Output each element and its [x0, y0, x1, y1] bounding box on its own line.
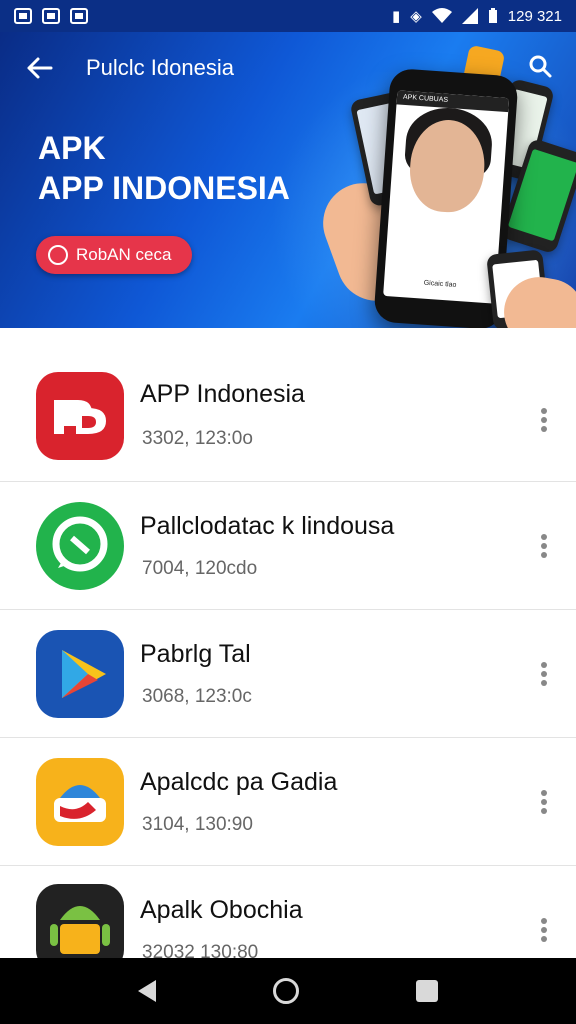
- hero-banner[interactable]: Pulclc Idonesia APK APP INDONESIA RobAN …: [0, 32, 576, 328]
- hero-line-1: APK: [38, 130, 106, 166]
- more-vert-icon[interactable]: [540, 662, 548, 686]
- more-vert-icon[interactable]: [540, 918, 548, 942]
- nav-back-icon[interactable]: [138, 980, 157, 1002]
- red-pd-icon: [36, 372, 124, 460]
- app-name: Apalk Obochia: [140, 896, 303, 924]
- app-meta: 32032 130:80: [142, 942, 259, 958]
- android-green-icon: [36, 884, 124, 958]
- green-chat-icon: [36, 502, 124, 590]
- play-store-icon: [36, 630, 124, 718]
- wifi-icon: [431, 8, 452, 23]
- app-meta: 3302, 123:0o: [142, 428, 253, 449]
- notification-icon: [42, 8, 60, 24]
- hero-line-2: APP INDONESIA: [38, 170, 290, 206]
- chart-icon: [48, 245, 68, 265]
- search-button[interactable]: [526, 52, 556, 82]
- app-name: Apalcdc pa Gadia: [140, 768, 338, 796]
- promo-button[interactable]: RobAN ceca: [36, 236, 192, 274]
- search-icon: [529, 55, 552, 78]
- system-nav-bar: [0, 958, 576, 1024]
- nav-recents-icon[interactable]: [415, 980, 438, 1002]
- arrow-left-icon: [27, 57, 53, 79]
- app-meta: 3104, 130:90: [142, 814, 253, 835]
- promo-button-label: RobAN ceca: [76, 245, 172, 264]
- app-name: Pabrlg Tal: [140, 640, 251, 668]
- list-item[interactable]: Apalk Obochia 32032 130:80: [0, 866, 576, 958]
- more-vert-icon[interactable]: [540, 534, 548, 558]
- notification-icons: [14, 8, 88, 24]
- list-item[interactable]: Pabrlg Tal 3068, 123:0c: [0, 610, 576, 738]
- phone-label-bottom: Gicaic tlao: [423, 279, 457, 289]
- status-time: 129 321: [507, 7, 562, 25]
- app-meta: 7004, 120cdo: [142, 558, 258, 579]
- notification-icon: [70, 8, 88, 24]
- signal-icon: [461, 8, 478, 24]
- page-title: Pulclc Idonesia: [86, 55, 234, 80]
- list-item[interactable]: Apalcdc pa Gadia 3104, 130:90: [0, 738, 576, 866]
- battery-icon: [488, 8, 497, 23]
- nfc-icon: ▮: [391, 8, 401, 25]
- notification-icon: [14, 8, 32, 24]
- hero-headline: APK APP INDONESIA: [38, 128, 290, 208]
- vibrate-icon: ◈: [410, 8, 422, 25]
- more-vert-icon[interactable]: [540, 408, 548, 432]
- status-bar: ▮ ◈ 129 321: [0, 0, 576, 32]
- list-item[interactable]: APP Indonesia 3302, 123:0o: [0, 328, 576, 482]
- more-vert-icon[interactable]: [540, 790, 548, 814]
- app-name: Pallclodatac k lindousa: [140, 512, 395, 540]
- back-button[interactable]: [22, 51, 56, 85]
- app-list: APP Indonesia 3302, 123:0o Pallclodatac …: [0, 328, 576, 958]
- list-item[interactable]: Pallclodatac k lindousa 7004, 120cdo: [0, 482, 576, 610]
- nav-home-icon[interactable]: [272, 978, 299, 1004]
- app-meta: 3068, 123:0c: [142, 686, 252, 707]
- android-orange-icon: [36, 758, 124, 846]
- app-name: APP Indonesia: [140, 380, 305, 408]
